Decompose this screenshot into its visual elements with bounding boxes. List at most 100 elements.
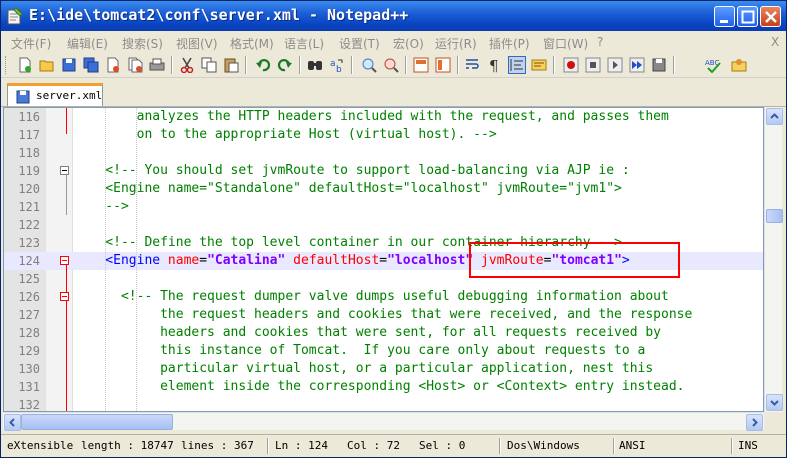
annotation-highlight-box: [469, 242, 680, 278]
code-line[interactable]: 116 analyzes the HTTP headers included w…: [4, 108, 763, 126]
code-line[interactable]: 120 <Engine name="Standalone" defaultHos…: [4, 180, 763, 198]
find-icon[interactable]: [307, 57, 323, 73]
zoom-in-icon[interactable]: [361, 57, 377, 73]
menu-macro[interactable]: 宏(O): [393, 35, 424, 52]
plugin-icon[interactable]: [731, 57, 747, 73]
maximize-icon: [741, 10, 755, 24]
line-number: 123: [18, 236, 40, 250]
horizontal-scrollbar[interactable]: [3, 412, 764, 431]
toolbar-separator: [553, 56, 555, 74]
scroll-up-button[interactable]: [766, 108, 783, 125]
code-line[interactable]: 127 the request headers and cookies that…: [4, 306, 763, 324]
code-token-comment: element inside the corresponding <Host> …: [74, 379, 685, 394]
zoom-out-icon[interactable]: [383, 57, 399, 73]
menu-plugins[interactable]: 插件(P): [489, 35, 530, 52]
close-all-icon[interactable]: [127, 57, 143, 73]
record-macro-icon[interactable]: [563, 57, 579, 73]
code-line[interactable]: 122: [4, 216, 763, 234]
svg-text:¶: ¶: [489, 57, 499, 73]
code-token-val: "Catalina": [207, 253, 286, 268]
maximize-button[interactable]: [737, 6, 758, 27]
menu-settings[interactable]: 设置(T): [339, 35, 380, 52]
run-macro-multiple-icon[interactable]: [629, 57, 645, 73]
menu-view[interactable]: 视图(V): [176, 35, 218, 52]
line-number: 124: [18, 254, 40, 268]
stop-macro-icon[interactable]: [585, 57, 601, 73]
fold-line: [66, 175, 67, 215]
toolbar-grip[interactable]: [5, 56, 9, 74]
menu-help[interactable]: ?: [597, 35, 603, 49]
open-file-icon[interactable]: [39, 57, 55, 73]
code-line[interactable]: 130 particular virtual host, or a partic…: [4, 360, 763, 378]
code-text: -->: [74, 198, 129, 216]
sync-horizontal-icon[interactable]: [435, 57, 451, 73]
menu-search[interactable]: 搜索(S): [122, 35, 163, 52]
redo-icon[interactable]: [277, 57, 293, 73]
code-token-tag: <Engine: [74, 253, 168, 268]
code-line[interactable]: 119 <!-- You should set jvmRoute to supp…: [4, 162, 763, 180]
close-window-button[interactable]: [760, 6, 781, 27]
notepadpp-app-icon: [7, 7, 23, 25]
code-text: headers and cookies that were sent, for …: [74, 324, 661, 342]
toolbar-separator: [673, 56, 675, 74]
fold-toggle-icon[interactable]: [60, 292, 69, 301]
menu-format[interactable]: 格式(M): [230, 35, 274, 52]
line-number: 116: [18, 110, 40, 124]
menu-window[interactable]: 窗口(W): [543, 35, 588, 52]
scroll-left-button[interactable]: [4, 414, 21, 431]
code-line[interactable]: 118: [4, 144, 763, 162]
fold-toggle-icon[interactable]: [60, 166, 69, 175]
menu-run[interactable]: 运行(R): [435, 35, 477, 52]
save-all-icon[interactable]: [83, 57, 99, 73]
save-macro-icon[interactable]: [651, 57, 667, 73]
document-tab-bar: server.xml: [1, 81, 786, 107]
chevron-right-icon: [752, 418, 758, 427]
spellcheck-icon[interactable]: ABC: [705, 57, 721, 73]
code-line[interactable]: 129 this instance of Tomcat. If you care…: [4, 342, 763, 360]
horizontal-scroll-thumb[interactable]: [21, 414, 173, 430]
chevron-up-icon: [770, 113, 779, 119]
menu-file[interactable]: 文件(F): [11, 35, 51, 52]
cut-icon[interactable]: [179, 57, 195, 73]
title-bar: E:\ide\tomcat2\conf\server.xml - Notepad…: [1, 1, 786, 31]
paste-icon[interactable]: [223, 57, 239, 73]
show-all-chars-icon[interactable]: ¶: [487, 57, 503, 73]
menu-language[interactable]: 语言(L): [284, 35, 324, 52]
undo-icon[interactable]: [255, 57, 271, 73]
vertical-scroll-thumb[interactable]: [766, 209, 783, 223]
new-file-icon[interactable]: [17, 57, 33, 73]
code-line[interactable]: 117 on to the appropriate Host (virtual …: [4, 126, 763, 144]
word-wrap-icon[interactable]: [465, 57, 481, 73]
indent-guide-icon[interactable]: [508, 56, 526, 74]
save-icon[interactable]: [61, 57, 77, 73]
saved-document-icon: [16, 90, 30, 104]
sync-vertical-icon[interactable]: [413, 57, 429, 73]
print-icon[interactable]: [149, 57, 165, 73]
code-editor[interactable]: 116 analyzes the HTTP headers included w…: [3, 107, 764, 412]
vertical-scrollbar[interactable]: [764, 107, 783, 412]
minimize-button[interactable]: [714, 6, 735, 27]
close-document-button[interactable]: X: [771, 35, 779, 49]
code-line[interactable]: 128 headers and cookies that were sent, …: [4, 324, 763, 342]
scroll-right-button[interactable]: [746, 414, 763, 431]
tab-server-xml[interactable]: server.xml: [7, 83, 103, 106]
close-file-icon[interactable]: [105, 57, 121, 73]
menu-bar: 文件(F) 编辑(E) 搜索(S) 视图(V) 格式(M) 语言(L) 设置(T…: [1, 31, 786, 53]
user-define-icon[interactable]: [531, 57, 547, 73]
menu-edit[interactable]: 编辑(E): [67, 35, 108, 52]
copy-icon[interactable]: [201, 57, 217, 73]
scroll-down-button[interactable]: [766, 394, 783, 411]
fold-toggle-icon[interactable]: [60, 256, 69, 265]
line-number: 121: [18, 200, 40, 214]
code-line[interactable]: 132: [4, 396, 763, 412]
code-token-comment: headers and cookies that were sent, for …: [74, 325, 661, 340]
line-number: 127: [18, 308, 40, 322]
chevron-left-icon: [9, 418, 15, 427]
code-line[interactable]: 121 -->: [4, 198, 763, 216]
code-line[interactable]: 126 <!-- The request dumper valve dumps …: [4, 288, 763, 306]
code-line[interactable]: 131 element inside the corresponding <Ho…: [4, 378, 763, 396]
svg-text:a: a: [330, 59, 336, 69]
replace-icon[interactable]: ab: [329, 57, 345, 73]
line-number: 132: [18, 398, 40, 412]
play-macro-icon[interactable]: [607, 57, 623, 73]
